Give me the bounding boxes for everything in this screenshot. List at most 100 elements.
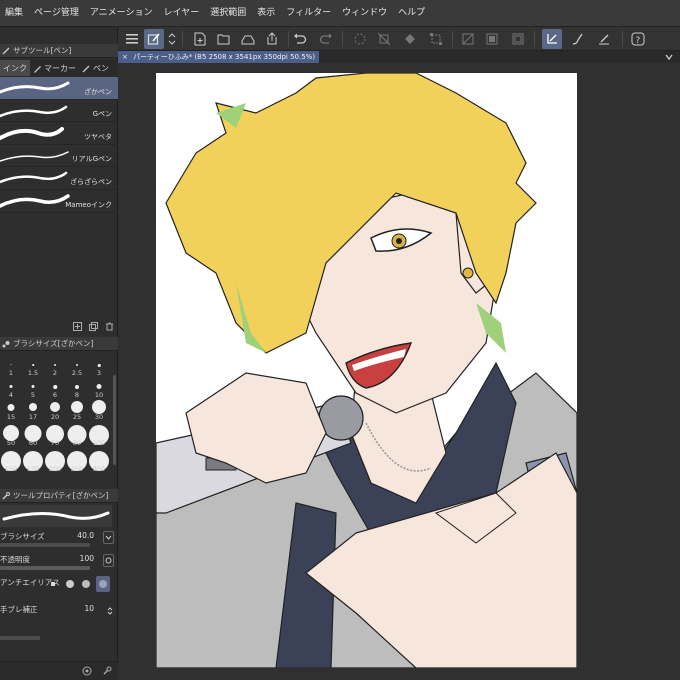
- add-icon[interactable]: [72, 321, 82, 331]
- brush-label: ツヤベタ: [84, 132, 112, 141]
- canvas[interactable]: [156, 73, 577, 668]
- panel-footer: [0, 661, 118, 680]
- canvas-area[interactable]: [118, 63, 680, 680]
- stabilization-slider[interactable]: [0, 636, 40, 640]
- menu-edit[interactable]: 編集: [0, 0, 29, 27]
- redo-icon[interactable]: [316, 29, 336, 49]
- menu-animation[interactable]: アニメーション: [85, 0, 159, 27]
- copy-icon[interactable]: [88, 321, 98, 331]
- stepper-icon[interactable]: [106, 604, 114, 617]
- new-file-icon[interactable]: [190, 29, 210, 49]
- brush-item[interactable]: リアルGペン: [0, 145, 118, 168]
- tab-pen[interactable]: ペン: [79, 60, 112, 76]
- brush-preview: [0, 505, 112, 527]
- clear-icon[interactable]: [374, 29, 394, 49]
- size-cell[interactable]: 8: [66, 377, 88, 399]
- stepper-icon[interactable]: [166, 29, 178, 49]
- size-cell[interactable]: 20: [44, 399, 66, 421]
- edit-pen-icon[interactable]: [144, 29, 164, 49]
- brush-shape-icon[interactable]: [568, 29, 588, 49]
- size-cell[interactable]: 60: [22, 425, 44, 447]
- brush-size-slider[interactable]: [0, 543, 90, 547]
- svg-text:?: ?: [636, 36, 641, 46]
- tab-ink[interactable]: インク: [0, 60, 30, 76]
- size-cell[interactable]: 17: [22, 399, 44, 421]
- menu-page[interactable]: ページ管理: [29, 0, 85, 27]
- size-cell[interactable]: 150: [0, 451, 22, 473]
- menu-selection[interactable]: 選択範囲: [205, 0, 252, 27]
- size-cell[interactable]: 80: [66, 425, 88, 447]
- menu-help[interactable]: ヘルプ: [393, 0, 431, 27]
- size-cell[interactable]: 10: [88, 377, 110, 399]
- save-icon[interactable]: [238, 29, 258, 49]
- close-icon[interactable]: ×: [122, 53, 128, 61]
- opacity-value[interactable]: 100: [80, 554, 94, 563]
- antialias-none-icon[interactable]: [46, 576, 61, 592]
- settings-icon[interactable]: [82, 666, 92, 678]
- size-cell[interactable]: 70: [44, 425, 66, 447]
- size-cell[interactable]: 300: [88, 451, 110, 473]
- brush-stroke-preview: [0, 151, 69, 162]
- size-label: 30: [94, 413, 104, 421]
- tool-property-panel-title: ツールプロパティ[ざかペン]: [13, 491, 109, 500]
- size-cell[interactable]: 30: [88, 399, 110, 421]
- invert-selection-icon[interactable]: [482, 29, 502, 49]
- size-label: 300: [92, 465, 106, 473]
- lasso-icon[interactable]: [350, 29, 370, 49]
- brush-size-value[interactable]: 40.0: [77, 531, 94, 540]
- menu-window[interactable]: ウィンドウ: [337, 0, 393, 27]
- menu-filter[interactable]: フィルター: [281, 0, 337, 27]
- open-folder-icon[interactable]: [214, 29, 234, 49]
- tab-marker[interactable]: マーカー: [30, 60, 79, 76]
- size-cell[interactable]: 25: [66, 399, 88, 421]
- brush-item[interactable]: ざらざらペン: [0, 167, 118, 190]
- opacity-property[interactable]: 不透明度 100: [0, 553, 118, 573]
- size-cell[interactable]: 2.5: [66, 355, 88, 377]
- size-cell[interactable]: 1.5: [22, 355, 44, 377]
- wrench-icon[interactable]: [102, 666, 112, 678]
- antialias-medium-icon[interactable]: [79, 576, 94, 592]
- chevron-down-icon[interactable]: [103, 531, 114, 544]
- blend-mode-icon[interactable]: [103, 554, 114, 567]
- size-cell[interactable]: 2: [44, 355, 66, 377]
- trash-icon[interactable]: [104, 321, 114, 331]
- antialias-property[interactable]: アンチエイリアス: [0, 576, 118, 602]
- size-cell[interactable]: 50: [0, 425, 22, 447]
- size-cell[interactable]: 5: [22, 377, 44, 399]
- size-cell[interactable]: 15: [0, 399, 22, 421]
- stabilization-icon[interactable]: [542, 29, 562, 49]
- transform-icon[interactable]: [426, 29, 446, 49]
- brush-item[interactable]: ざかペン: [0, 77, 118, 100]
- pen-pressure-icon[interactable]: [594, 29, 614, 49]
- size-cell[interactable]: 250: [66, 451, 88, 473]
- stabilization-property[interactable]: 手ブレ補正 10: [0, 603, 118, 640]
- undo-icon[interactable]: [290, 29, 310, 49]
- stabilization-value[interactable]: 10: [84, 604, 94, 613]
- deselect-icon[interactable]: [458, 29, 478, 49]
- opacity-slider[interactable]: [0, 566, 90, 570]
- menu-icon[interactable]: [122, 29, 142, 49]
- document-tab[interactable]: × パーティーひふみ* (B5 2508 x 3541px 350dpi 50.…: [118, 51, 320, 63]
- brush-size-grid: 1 1.5 2 2.5 3 4 5 6 8 10 15 17 20 25 30 …: [0, 355, 112, 509]
- menu-layer[interactable]: レイヤー: [158, 0, 205, 27]
- size-cell[interactable]: 4: [0, 377, 22, 399]
- brush-item[interactable]: Gペン: [0, 100, 118, 123]
- brush-item[interactable]: ツヤベタ: [0, 122, 118, 145]
- fill-icon[interactable]: [400, 29, 420, 49]
- wrench-icon: [2, 491, 10, 500]
- brush-item[interactable]: Mameoインク: [0, 190, 118, 213]
- size-cell[interactable]: 6: [44, 377, 66, 399]
- antialias-strong-icon[interactable]: [95, 576, 110, 592]
- size-cell[interactable]: 200: [44, 451, 66, 473]
- size-cell[interactable]: 1: [0, 355, 22, 377]
- antialias-weak-icon[interactable]: [63, 576, 78, 592]
- size-cell[interactable]: 100: [88, 425, 110, 447]
- help-icon[interactable]: ?: [628, 29, 648, 49]
- menu-view[interactable]: 表示: [252, 0, 281, 27]
- crop-icon[interactable]: [508, 29, 528, 49]
- brush-size-property[interactable]: ブラシサイズ 40.0: [0, 530, 118, 550]
- size-cell[interactable]: 3: [88, 355, 110, 377]
- brush-size-scrollbar[interactable]: [113, 375, 116, 465]
- size-cell[interactable]: 170: [22, 451, 44, 473]
- export-icon[interactable]: [262, 29, 282, 49]
